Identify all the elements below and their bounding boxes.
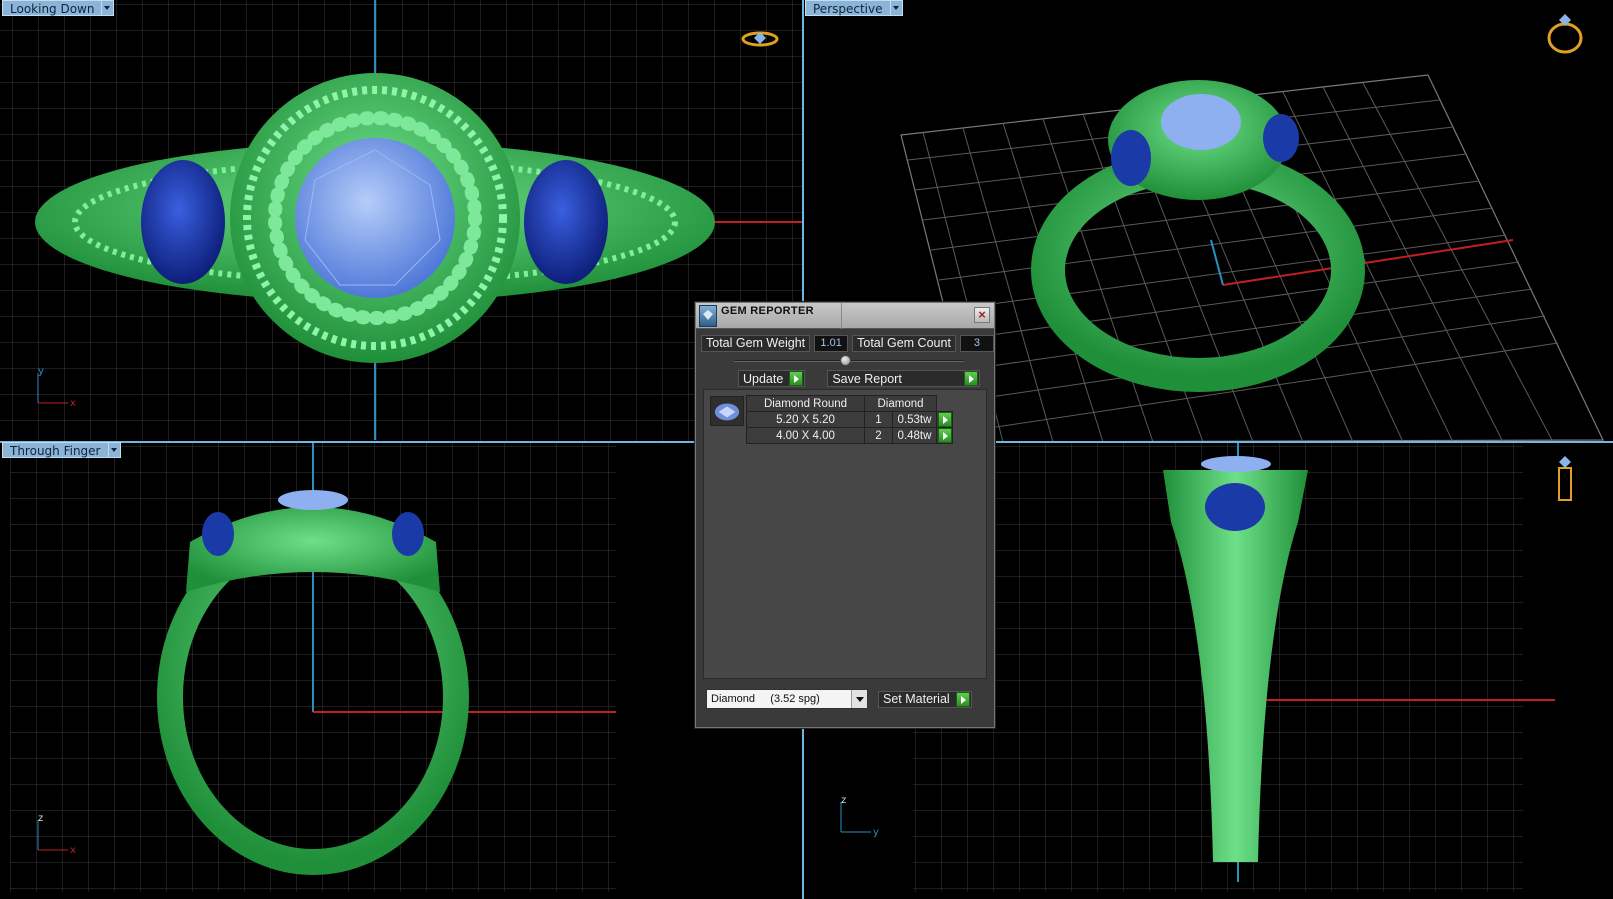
chevron-down-icon[interactable] (108, 442, 121, 458)
app-icon (699, 305, 717, 327)
axis-label-z: z (841, 795, 846, 806)
chevron-down-icon[interactable] (102, 0, 115, 16)
viewport-looking-down[interactable]: y x Looking Down (0, 0, 803, 442)
gem-count: 2 (864, 427, 893, 444)
ring-nav-icon[interactable] (1543, 10, 1587, 56)
viewport-through-finger[interactable]: z x Through Finger (0, 442, 803, 899)
gem-list-panel[interactable]: Diamond Round Diamond 5.20 X 5.20 1 0.53… (703, 389, 987, 679)
center-stone-side (1201, 456, 1271, 472)
gem-weight: 0.48tw (892, 427, 937, 444)
total-gem-count-label: Total Gem Count (852, 335, 956, 352)
axis-label-x: x (70, 398, 76, 409)
update-button[interactable]: Update (738, 370, 806, 387)
gem-table-header: Diamond Round Diamond (746, 395, 953, 412)
chevron-down-icon[interactable] (890, 0, 903, 16)
slider-knob[interactable] (840, 355, 851, 366)
side-stone-perspective-right (1263, 114, 1299, 162)
axis-label-y: y (38, 366, 44, 377)
looking-down-canvas[interactable]: y x (0, 0, 803, 442)
table-row[interactable]: 5.20 X 5.20 1 0.53tw (746, 411, 953, 428)
totals-row: Total Gem Weight 1.01 Total Gem Count 3 (701, 335, 994, 352)
axis-label-x: x (70, 845, 76, 856)
set-material-button[interactable]: Set Material (878, 690, 972, 708)
viewport-label-text[interactable]: Looking Down (2, 0, 103, 16)
set-material-label[interactable]: Set Material (879, 692, 956, 706)
header-material: Diamond (864, 395, 937, 412)
gem-table: Diamond Round Diamond 5.20 X 5.20 1 0.53… (746, 395, 953, 444)
gem-size: 5.20 X 5.20 (746, 411, 865, 428)
side-stone-front-right (392, 512, 424, 556)
viewport-label-perspective[interactable]: Perspective (805, 0, 903, 16)
viewport-label-looking-down[interactable]: Looking Down (2, 0, 115, 16)
side-stone-perspective-left (1111, 130, 1151, 186)
go-arrow-icon[interactable] (789, 371, 804, 386)
axis-label-z: z (38, 813, 43, 824)
total-gem-count-value: 3 (959, 335, 994, 352)
viewport-label-text[interactable]: Perspective (805, 0, 891, 16)
viewport-label-through-finger[interactable]: Through Finger (2, 442, 121, 458)
side-stone-side (1205, 483, 1265, 531)
dialog-title: GEM REPORTER (721, 305, 814, 317)
save-report-button[interactable]: Save Report (827, 370, 980, 387)
material-select[interactable]: Diamond (3.52 spg) (706, 689, 868, 709)
viewport-label-text[interactable]: Through Finger (2, 442, 109, 458)
total-gem-weight-value: 1.01 (814, 335, 849, 352)
ring-nav-icon[interactable] (1551, 454, 1579, 504)
go-arrow-icon[interactable] (955, 691, 970, 707)
dropdown-arrow-icon[interactable] (851, 690, 867, 708)
action-buttons: Update Save Report (738, 370, 994, 387)
ring-nav-icon[interactable] (740, 26, 780, 52)
total-gem-weight-label: Total Gem Weight (701, 335, 811, 352)
center-stone-perspective (1161, 94, 1241, 150)
close-icon[interactable]: × (974, 307, 990, 323)
through-finger-canvas[interactable]: z x (0, 442, 803, 899)
axis-label-y: y (873, 827, 879, 838)
material-row: Diamond (3.52 spg) Set Material (706, 689, 972, 709)
material-select-value[interactable]: Diamond (3.52 spg) (711, 693, 820, 705)
update-button-label[interactable]: Update (739, 372, 789, 386)
report-slider[interactable] (696, 354, 994, 368)
dialog-titlebar[interactable]: GEM REPORTER × (696, 303, 994, 329)
gem-weight: 0.53tw (892, 411, 937, 428)
gem-reporter-dialog[interactable]: GEM REPORTER × Total Gem Weight 1.01 Tot… (695, 302, 995, 728)
side-stone-left (141, 160, 225, 284)
center-stone-front (278, 490, 348, 510)
gem-icon[interactable] (710, 396, 744, 426)
center-stone-top (295, 138, 455, 298)
go-arrow-icon[interactable] (937, 428, 952, 443)
side-stone-right (524, 160, 608, 284)
side-stone-front-left (202, 512, 234, 556)
table-row[interactable]: 4.00 X 4.00 2 0.48tw (746, 427, 953, 444)
save-report-label[interactable]: Save Report (828, 372, 963, 386)
go-arrow-icon[interactable] (963, 371, 978, 386)
gem-count: 1 (864, 411, 893, 428)
go-arrow-icon[interactable] (937, 412, 952, 427)
gem-size: 4.00 X 4.00 (746, 427, 865, 444)
header-shape: Diamond Round (746, 395, 865, 412)
title-divider (841, 303, 842, 329)
